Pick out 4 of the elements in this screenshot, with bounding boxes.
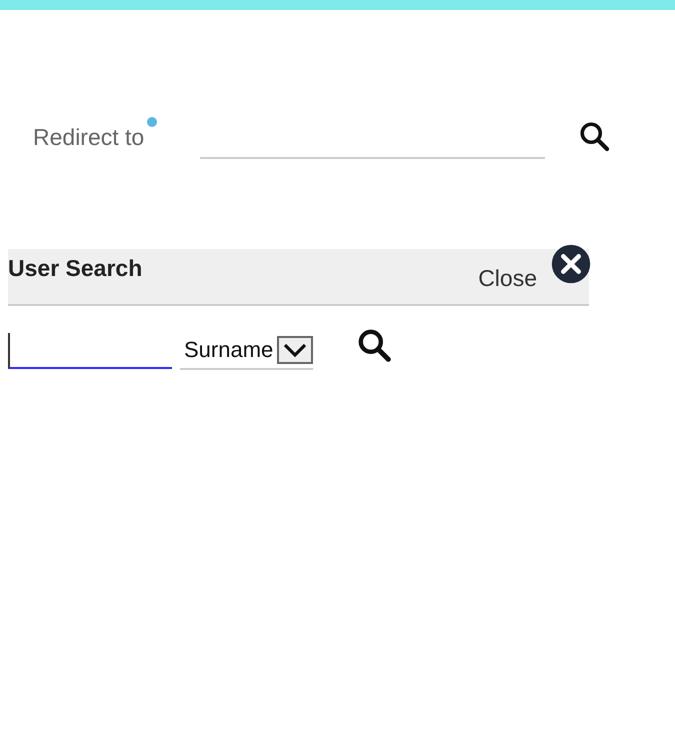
search-by-dropdown[interactable]: Surname [180, 332, 314, 370]
field-label: Redirect to [33, 124, 144, 152]
close-button[interactable]: Close [478, 265, 537, 292]
panel-title: User Search [8, 255, 142, 282]
